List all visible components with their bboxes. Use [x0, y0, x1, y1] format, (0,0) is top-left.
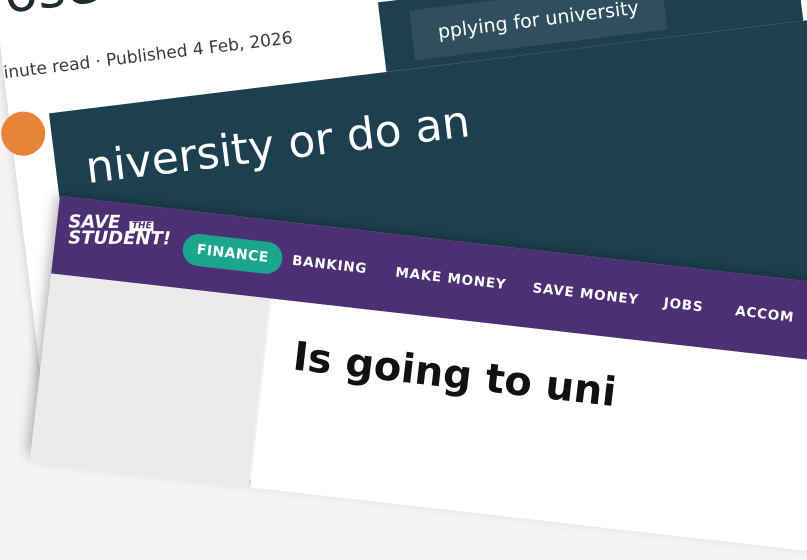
- nav-banking[interactable]: BANKING: [291, 253, 368, 277]
- nav-make-money[interactable]: MAKE MONEY: [395, 265, 508, 294]
- nav-finance[interactable]: FINANCE: [181, 232, 285, 276]
- site-logo[interactable]: SAVE THE STUDENT!: [68, 212, 172, 250]
- nav-accom[interactable]: ACCOM: [734, 303, 795, 326]
- article-title: ose what: [0, 0, 250, 26]
- logo-line3: STUDENT!: [68, 227, 172, 250]
- nav-jobs[interactable]: JOBS: [663, 295, 704, 315]
- nav-save-money[interactable]: SAVE MONEY: [532, 280, 640, 308]
- article-meta: inute read · Published 4 Feb, 2026: [2, 28, 294, 84]
- left-panel: [29, 273, 270, 488]
